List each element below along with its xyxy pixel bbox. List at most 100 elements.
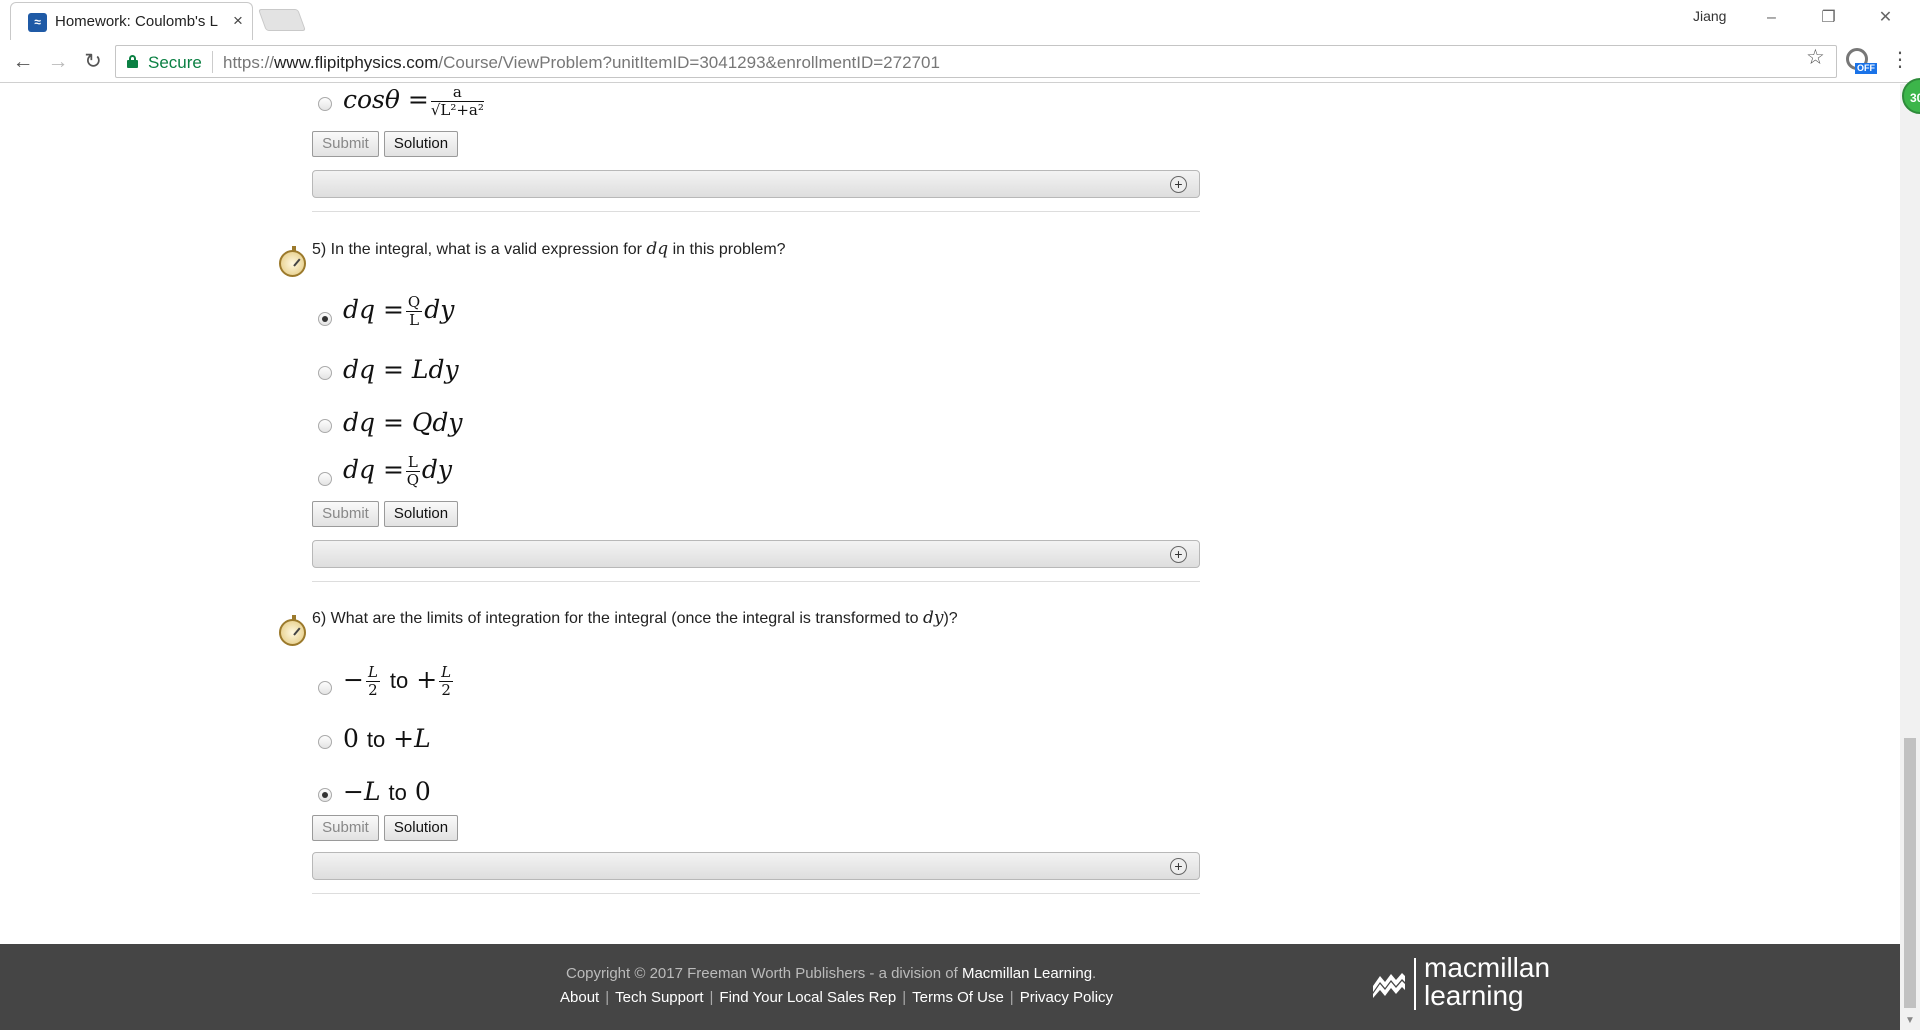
q5-option-3-radio[interactable]	[318, 419, 332, 433]
extension-badge: OFF	[1855, 63, 1877, 74]
url-scheme: https://	[223, 53, 275, 72]
page-content: cosθ = a √L²+a² Submit Solution + 5) In th…	[0, 84, 1900, 1030]
q6-prompt-text: 6) What are the limits of integration fo…	[312, 610, 923, 627]
q6-o1-frac1: L2	[365, 663, 380, 699]
q6-o1-word: to	[389, 668, 409, 693]
back-icon[interactable]: ←	[10, 49, 36, 75]
reload-icon[interactable]: ↻	[80, 49, 106, 75]
footer-link-sales-rep[interactable]: Find Your Local Sales Rep	[719, 989, 896, 1006]
divider	[312, 893, 1200, 894]
url-host: www.flipitphysics.com	[274, 53, 439, 72]
stopwatch-icon	[279, 615, 306, 646]
bookmark-star-icon[interactable]: ☆	[1806, 45, 1825, 70]
footer-link-privacy[interactable]: Privacy Policy	[1020, 989, 1113, 1006]
expand-plus-icon[interactable]: +	[1170, 546, 1187, 563]
q4-option-radio[interactable]	[318, 97, 332, 111]
q4-num: a	[430, 84, 484, 102]
q4-submit-button[interactable]: Submit	[312, 131, 379, 157]
q6-submit-button[interactable]: Submit	[312, 815, 379, 841]
q5-o4-rhs: dy	[421, 455, 453, 484]
q6-prompt-tail: )?	[943, 610, 958, 627]
q5-solution-button[interactable]: Solution	[384, 501, 458, 527]
chrome-menu-icon[interactable]: ⋮	[1890, 47, 1910, 72]
scrollbar-thumb[interactable]	[1904, 738, 1916, 1008]
logo-wordmark: macmillan learning	[1424, 954, 1550, 1010]
minimize-icon[interactable]: –	[1749, 4, 1794, 32]
expand-plus-icon[interactable]: +	[1170, 858, 1187, 875]
q6-solution-button[interactable]: Solution	[384, 815, 458, 841]
window-close-icon[interactable]: ✕	[1863, 4, 1908, 32]
profile-name[interactable]: Jiang	[1693, 8, 1726, 24]
copyright-prefix: Copyright © 2017 Freeman Worth Publisher…	[566, 965, 962, 982]
q5-submit-button[interactable]: Submit	[312, 501, 379, 527]
copyright-suffix: .	[1092, 965, 1097, 982]
q5-prompt-text: 5) In the integral, what is a valid expr…	[312, 241, 647, 258]
q6-option-1-radio[interactable]	[318, 681, 332, 695]
tab-title: Homework: Coulomb's L	[55, 13, 218, 30]
footer-link-tech-support[interactable]: Tech Support	[615, 989, 703, 1006]
divider	[312, 581, 1200, 582]
q5-option-4-radio[interactable]	[318, 472, 332, 486]
browser-tab[interactable]: ≈ Homework: Coulomb's L ×	[10, 2, 253, 40]
q6-o3-word: to	[388, 780, 407, 805]
browser-tab-strip: ≈ Homework: Coulomb's L × Jiang – ❐ ✕	[0, 0, 1920, 41]
q5-o4-den: Q	[406, 471, 420, 489]
q5-prompt-tail: in this problem?	[668, 241, 786, 258]
q6-option-2-radio[interactable]	[318, 735, 332, 749]
q5-o1-num: Q	[405, 293, 423, 312]
q6-o2-b: +L	[393, 724, 431, 753]
footer-link-terms[interactable]: Terms Of Use	[912, 989, 1004, 1006]
q5-o1-lhs: dq =	[343, 295, 404, 324]
q5-prompt-var: dq	[646, 239, 669, 259]
q6-o1-sign1: −	[343, 665, 364, 694]
q5-option-1-radio[interactable]	[318, 312, 332, 326]
page-scrollbar[interactable]: ▼	[1900, 84, 1920, 1030]
link-separator: |	[709, 989, 714, 1006]
q6-option-2-expression: 0 to +L	[343, 724, 431, 753]
q6-o2-a: 0	[343, 724, 359, 753]
q6-o2-word: to	[366, 727, 386, 752]
q4-solution-button[interactable]: Solution	[384, 131, 458, 157]
q5-option-3-expression: dq = Qdy	[343, 408, 462, 437]
expand-plus-icon[interactable]: +	[1170, 176, 1187, 193]
q6-option-1-expression: − L 2 to + L 2	[343, 664, 455, 699]
q5-option-1-expression: dq = Q Ldy	[343, 294, 454, 329]
browser-toolbar: ← → ↻ Secure https://www.flipitphysics.c…	[0, 41, 1920, 83]
copyright-brand[interactable]: Macmillan Learning	[962, 965, 1092, 982]
q5-prompt: 5) In the integral, what is a valid expr…	[312, 239, 786, 259]
footer-link-about[interactable]: About	[560, 989, 599, 1006]
tab-close-icon[interactable]: ×	[233, 11, 243, 31]
address-bar[interactable]: Secure https://www.flipitphysics.com/Cou…	[115, 45, 1837, 78]
link-separator: |	[902, 989, 907, 1006]
q6-prompt-var: dy	[922, 608, 944, 628]
secure-label: Secure	[148, 53, 202, 72]
q6-o1-frac2: L2	[439, 663, 454, 699]
url-text[interactable]: https://www.flipitphysics.com/Course/Vie…	[223, 53, 940, 73]
new-tab-button[interactable]	[257, 9, 307, 31]
q4-den: √L²+a²	[430, 101, 484, 119]
q5-option-2-radio[interactable]	[318, 366, 332, 380]
q6-o1-num2: L	[439, 663, 454, 682]
extension-icon[interactable]: OFF	[1846, 48, 1877, 74]
q5-o4-fraction: LQ	[405, 453, 420, 489]
q5-expand-bar[interactable]: +	[312, 540, 1200, 568]
forward-icon[interactable]: →	[45, 49, 71, 75]
q6-option-3-radio[interactable]	[318, 788, 332, 802]
q5-o3-text: dq = Qdy	[343, 408, 463, 437]
q6-expand-bar[interactable]: +	[312, 852, 1200, 880]
q4-option-expression: cosθ = a √L²+a²	[343, 84, 486, 119]
link-separator: |	[1009, 989, 1014, 1006]
q5-o4-num: L	[405, 453, 420, 472]
q5-option-2-expression: dq = Ldy	[343, 355, 459, 384]
q4-expand-bar[interactable]: +	[312, 170, 1200, 198]
footer-links: About | Tech Support | Find Your Local Sales…	[560, 989, 1113, 1006]
url-divider	[212, 51, 213, 73]
logo-divider	[1414, 958, 1416, 1010]
scroll-down-icon[interactable]: ▼	[1905, 1015, 1915, 1026]
q6-o1-sign2: +	[416, 665, 438, 694]
q6-o3-a: −L	[343, 777, 381, 806]
restore-icon[interactable]: ❐	[1806, 4, 1851, 32]
q6-option-3-expression: −L to 0	[343, 777, 431, 806]
q6-o3-b: 0	[414, 777, 431, 806]
q6-o1-num1: L	[365, 663, 380, 682]
